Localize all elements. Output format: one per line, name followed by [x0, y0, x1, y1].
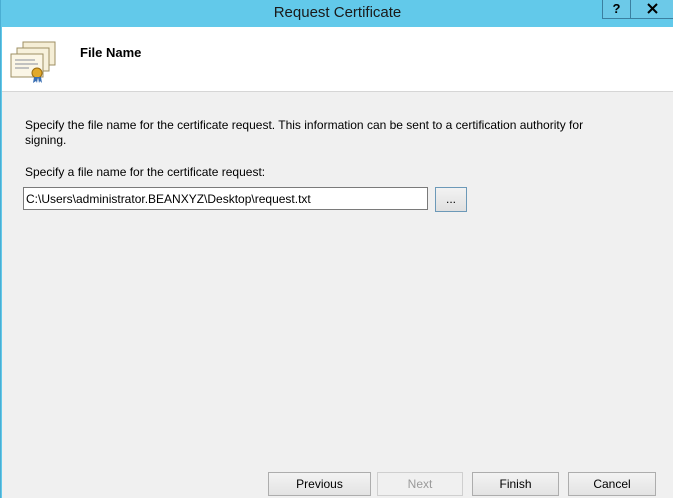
certificate-icon [10, 41, 56, 83]
previous-button[interactable]: Previous [268, 472, 371, 496]
cancel-button[interactable]: Cancel [568, 472, 656, 496]
help-icon: ? [612, 1, 621, 16]
page-description: Specify the file name for the certificat… [25, 118, 584, 147]
file-name-input[interactable] [23, 187, 428, 210]
request-certificate-dialog: Request Certificate ? File Name Specify … [0, 0, 673, 498]
close-button[interactable] [630, 0, 673, 19]
title-bar[interactable]: Request Certificate ? [1, 0, 673, 26]
page-title: File Name [80, 45, 142, 60]
next-button[interactable]: Next [377, 472, 463, 496]
window-title: Request Certificate [273, 4, 402, 21]
help-button[interactable]: ? [602, 0, 630, 19]
close-icon [646, 3, 658, 14]
browse-button[interactable]: ... [435, 187, 467, 212]
dialog-body: File Name Specify the file name for the … [2, 27, 673, 498]
finish-button[interactable]: Finish [472, 472, 559, 496]
file-name-label: Specify a file name for the certificate … [25, 165, 266, 179]
wizard-header: File Name [2, 27, 673, 92]
